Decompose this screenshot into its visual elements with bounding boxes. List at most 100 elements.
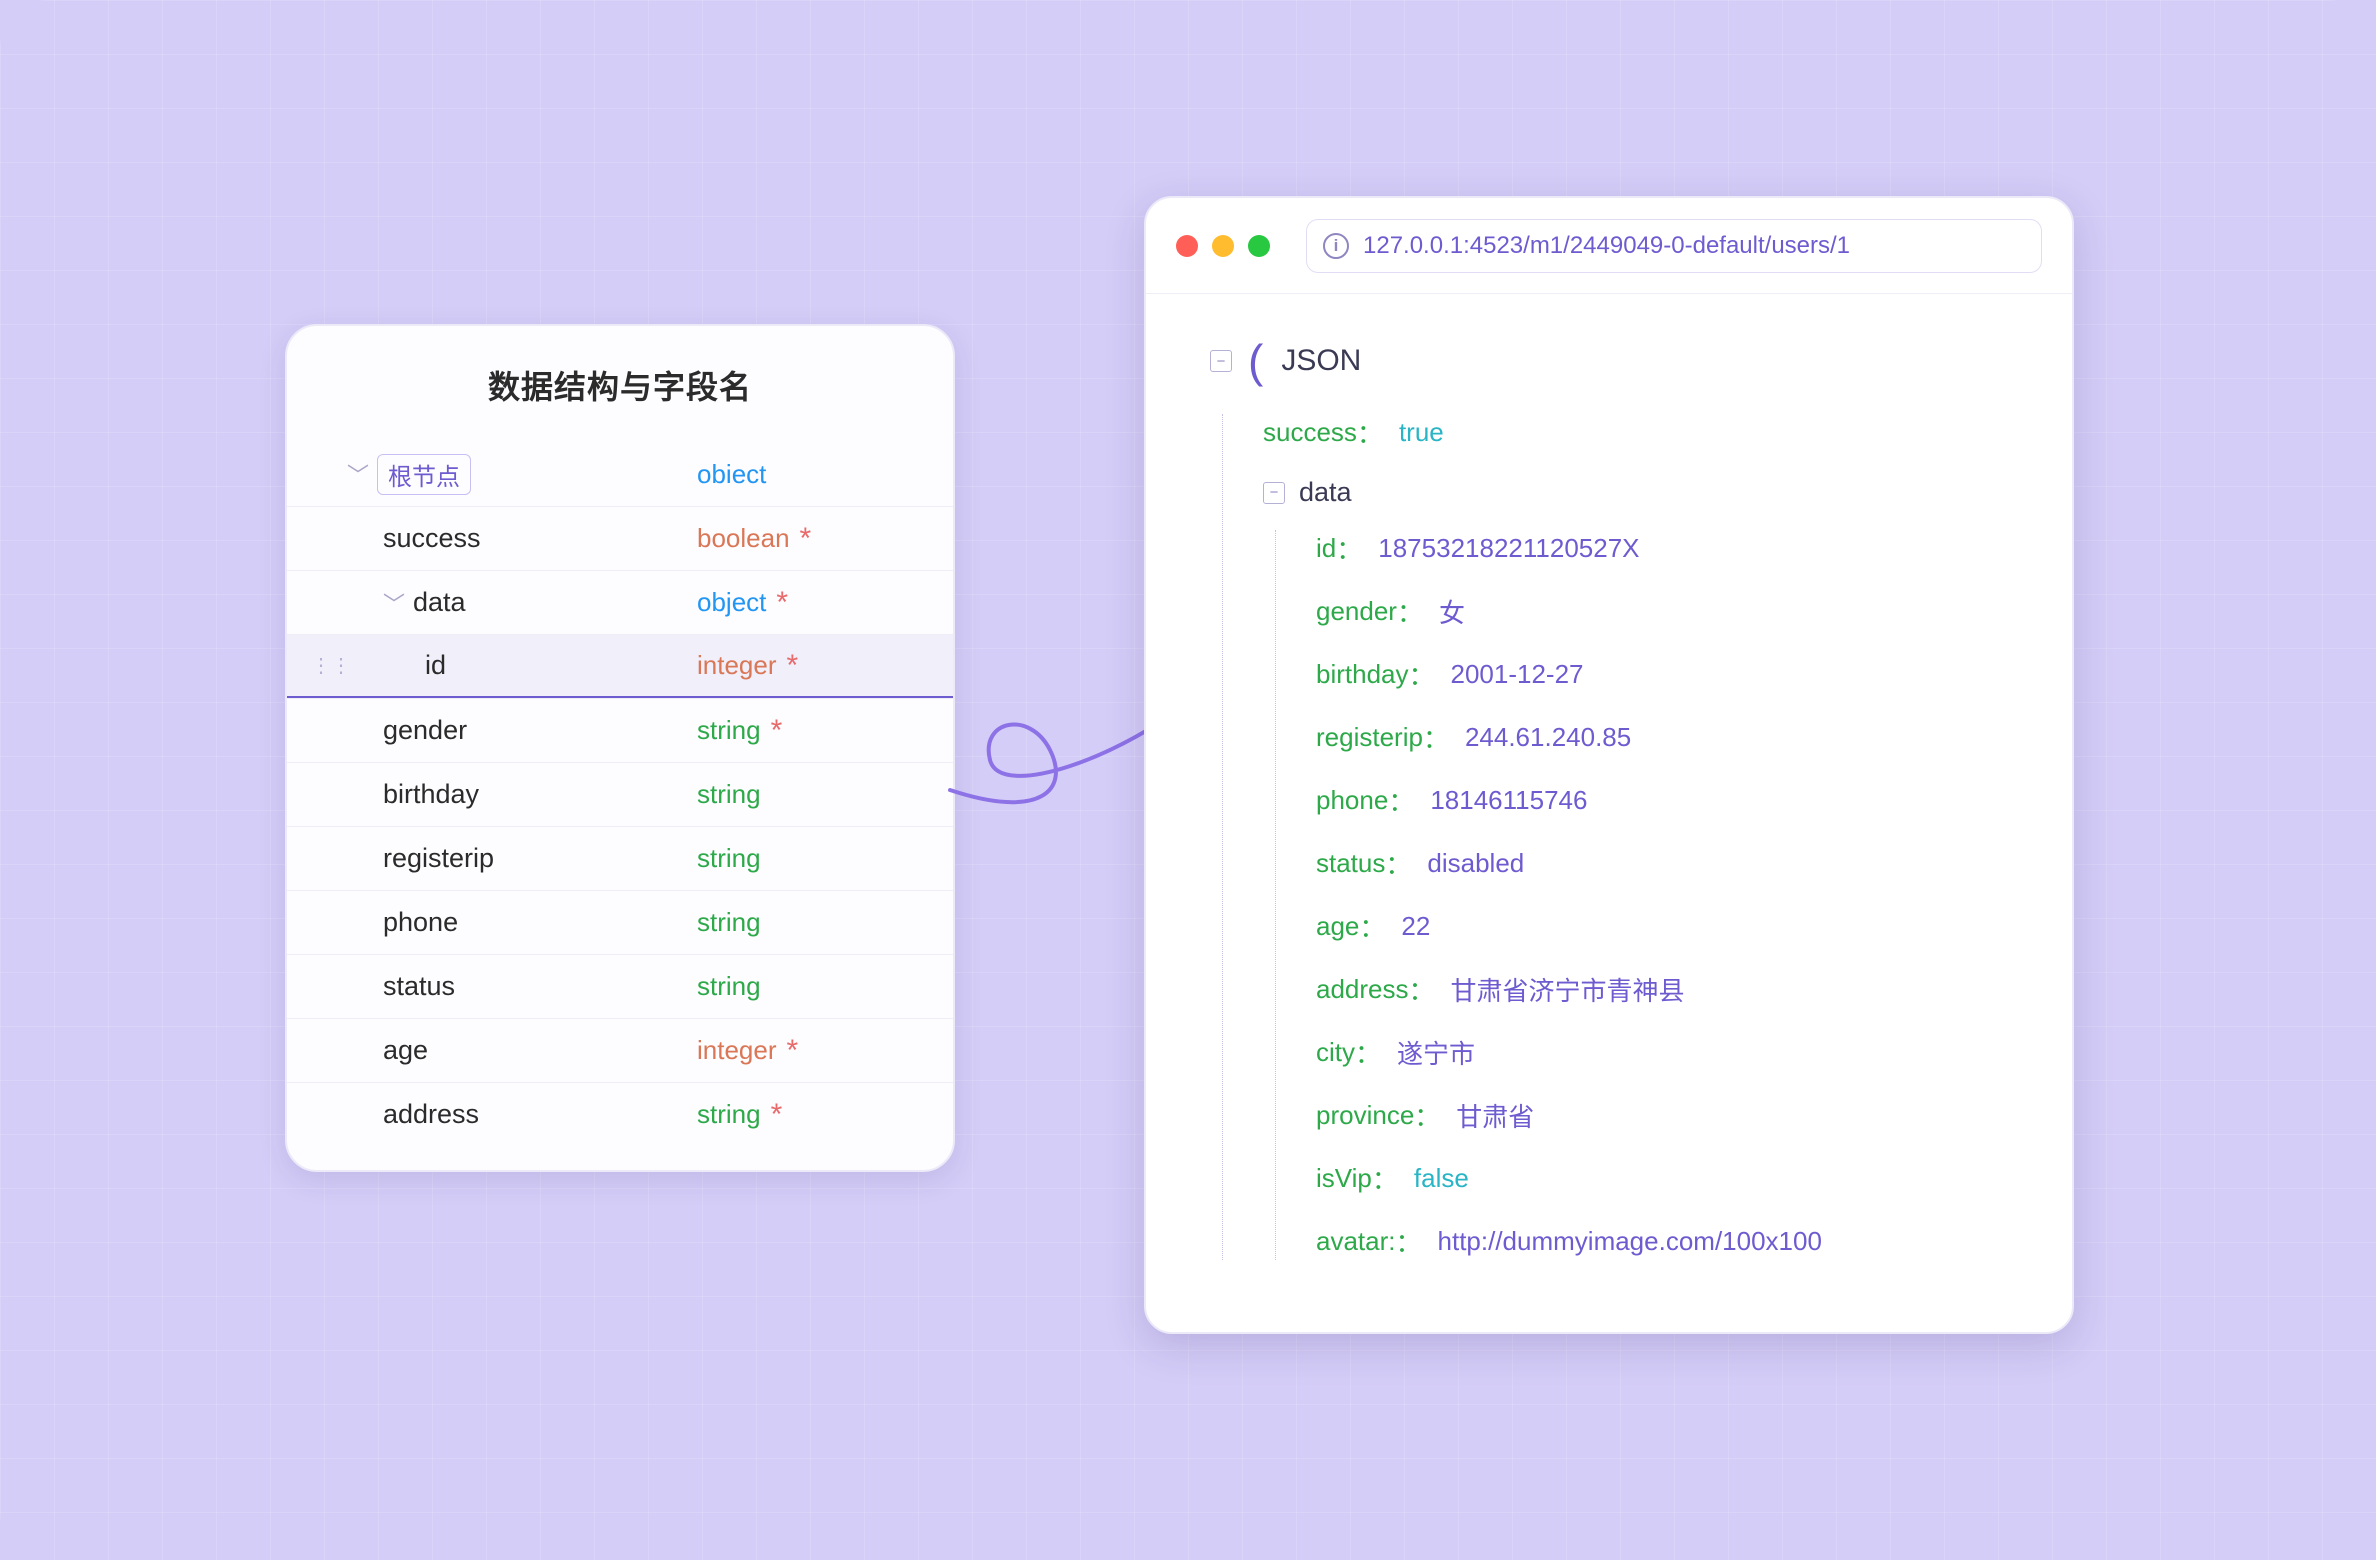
json-field-row[interactable]: avatar:：http://dummyimage.com/100x100 — [1316, 1223, 2024, 1260]
json-value: 18146115746 — [1430, 785, 1587, 816]
schema-row[interactable]: ⋮⋮birthdaystring — [287, 762, 953, 826]
required-star-icon: * — [771, 716, 783, 746]
json-field-row[interactable]: city：遂宁市 — [1316, 1034, 2024, 1071]
json-field-row[interactable]: phone： 18146115746 — [1316, 782, 2024, 819]
schema-table: ⋮⋮﹀根节点obiect⋮⋮successboolean*⋮⋮﹀dataobje… — [287, 442, 953, 1146]
collapse-icon[interactable]: − — [1210, 350, 1232, 372]
field-type: string — [697, 715, 761, 746]
schema-row[interactable]: ⋮⋮ageinteger* — [287, 1018, 953, 1082]
field-name: status — [383, 971, 455, 1002]
field-name: phone — [383, 907, 458, 938]
json-field-row[interactable]: province： 甘肃省 — [1316, 1097, 2024, 1134]
json-key: province — [1316, 1100, 1414, 1131]
address-bar[interactable]: i 127.0.0.1:4523/m1/2449049-0-default/us… — [1306, 219, 2042, 273]
required-star-icon: * — [787, 651, 799, 681]
json-key: city — [1316, 1037, 1355, 1068]
traffic-min-icon[interactable] — [1212, 235, 1234, 257]
json-value: 2001-12-27 — [1451, 659, 1584, 690]
required-star-icon: * — [800, 524, 812, 554]
colon: ： — [1409, 971, 1435, 1008]
json-value: true — [1399, 417, 1444, 448]
schema-row[interactable]: ⋮⋮statusstring — [287, 954, 953, 1018]
traffic-max-icon[interactable] — [1248, 235, 1270, 257]
field-name: registerip — [383, 843, 494, 874]
json-key: id — [1316, 533, 1336, 564]
field-name: gender — [383, 715, 467, 746]
json-value: 22 — [1401, 911, 1430, 942]
json-field-row[interactable]: age： 22 — [1316, 908, 2024, 945]
json-field-row[interactable]: gender：女 — [1316, 593, 2024, 630]
field-type: string — [697, 907, 761, 938]
field-type: obiect — [697, 459, 766, 490]
root-badge: 根节点 — [377, 454, 471, 495]
schema-row[interactable]: ⋮⋮idinteger* — [287, 634, 953, 698]
info-icon: i — [1323, 233, 1349, 259]
colon: ： — [1397, 593, 1423, 630]
json-value: disabled — [1427, 848, 1524, 879]
colon: ： — [1409, 656, 1435, 693]
schema-row[interactable]: ⋮⋮﹀根节点obiect — [287, 442, 953, 506]
chevron-down-icon[interactable]: ﹀ — [347, 458, 369, 490]
schema-row[interactable]: ⋮⋮registeripstring — [287, 826, 953, 890]
schema-type-cell: string — [697, 971, 925, 1002]
json-field-row[interactable]: success：true — [1263, 414, 2024, 451]
schema-title: 数据结构与字段名 — [287, 362, 953, 408]
schema-name-cell: age — [347, 1035, 697, 1066]
field-type: object — [697, 587, 766, 618]
json-root-row[interactable]: − ( JSON — [1210, 334, 2024, 388]
json-data-subtree: id：18753218221120527Xgender：女birthday：20… — [1275, 530, 2024, 1260]
json-field-row[interactable]: birthday： 2001-12-27 — [1316, 656, 2024, 693]
required-star-icon: * — [776, 588, 788, 618]
drag-handle-icon[interactable]: ⋮⋮ — [315, 653, 347, 678]
json-key: status — [1316, 848, 1385, 879]
json-field-row[interactable]: status： disabled — [1316, 845, 2024, 882]
schema-type-cell: string * — [697, 715, 925, 746]
json-field-row[interactable]: id： 18753218221120527X — [1316, 530, 2024, 567]
schema-type-cell: string* — [697, 1099, 925, 1130]
required-star-icon: * — [787, 1036, 799, 1066]
json-key: birthday — [1316, 659, 1409, 690]
json-value: 甘肃省济宁市青神县 — [1451, 971, 1685, 1008]
schema-type-cell: string — [697, 843, 925, 874]
field-type: string — [697, 779, 761, 810]
field-type: string — [697, 1099, 761, 1130]
json-value: 18753218221120527X — [1378, 533, 1639, 564]
field-name: birthday — [383, 779, 479, 810]
schema-type-cell: integer* — [697, 1035, 925, 1066]
colon: ： — [1385, 845, 1411, 882]
schema-name-cell: success — [347, 523, 697, 554]
json-value: false — [1414, 1163, 1469, 1194]
json-field-row[interactable]: registerip：244.61.240.85 — [1316, 719, 2024, 756]
schema-name-cell: registerip — [347, 843, 697, 874]
json-field-row[interactable]: isVip：false — [1316, 1160, 2024, 1197]
json-key: age — [1316, 911, 1359, 942]
json-key: phone — [1316, 785, 1388, 816]
json-value: 甘肃省 — [1456, 1097, 1534, 1134]
schema-row[interactable]: ⋮⋮phonestring — [287, 890, 953, 954]
json-tree: success：true − data id：18753218221120527… — [1222, 414, 2024, 1260]
json-field-row[interactable]: address：甘肃省济宁市青神县 — [1316, 971, 2024, 1008]
chevron-down-icon[interactable]: ﹀ — [383, 587, 405, 619]
traffic-close-icon[interactable] — [1176, 235, 1198, 257]
colon: ： — [1359, 908, 1385, 945]
field-type: string — [697, 843, 761, 874]
schema-row[interactable]: ⋮⋮﹀dataobject* — [287, 570, 953, 634]
colon: ： — [1414, 1097, 1440, 1134]
json-key: registerip — [1316, 722, 1423, 753]
schema-name-cell: phone — [347, 907, 697, 938]
field-type: string — [697, 971, 761, 1002]
json-key: isVip — [1316, 1163, 1372, 1194]
schema-row[interactable]: ⋮⋮genderstring* — [287, 698, 953, 762]
colon: ： — [1336, 530, 1362, 567]
collapse-icon[interactable]: − — [1263, 482, 1285, 504]
colon: ： — [1388, 782, 1414, 819]
schema-type-cell: string — [697, 779, 925, 810]
traffic-lights — [1176, 235, 1270, 257]
field-name: id — [425, 650, 446, 681]
json-data-label: data — [1299, 477, 1352, 508]
schema-row[interactable]: ⋮⋮successboolean* — [287, 506, 953, 570]
brace-open-icon: ( — [1248, 334, 1263, 388]
schema-type-cell: obiect — [697, 459, 925, 490]
json-data-row[interactable]: − data — [1263, 477, 2024, 508]
schema-row[interactable]: ⋮⋮addressstring* — [287, 1082, 953, 1146]
